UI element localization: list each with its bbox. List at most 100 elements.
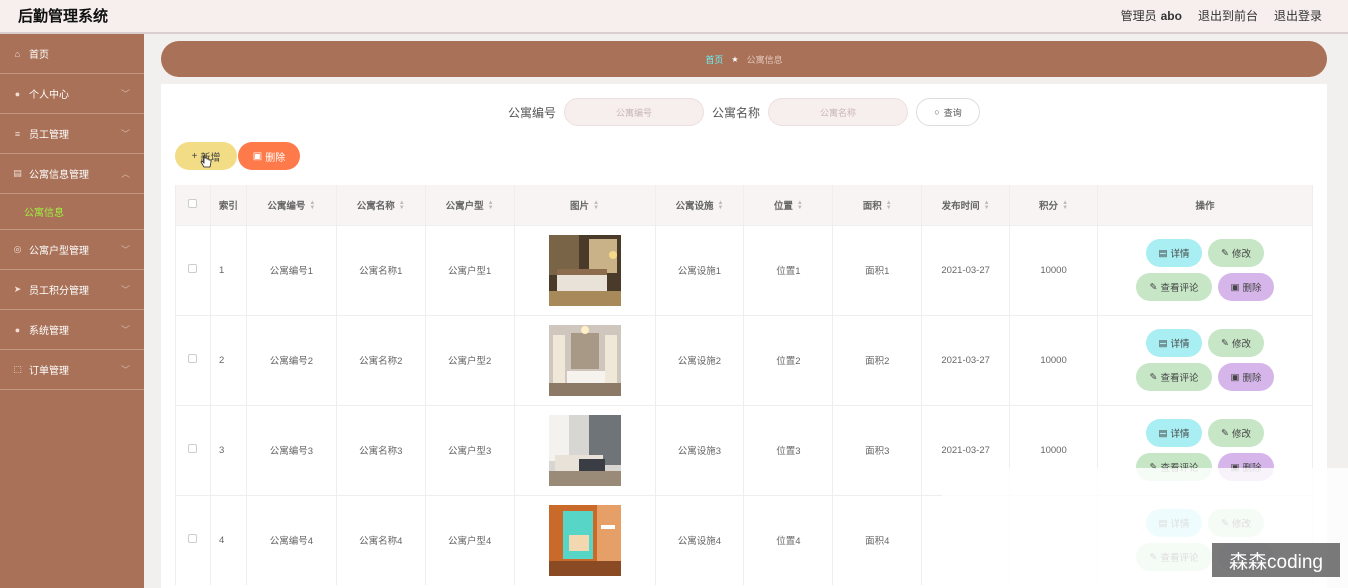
row-actions: ▤详情 ✎修改 ✎查看评论 ▣删除 [1098, 329, 1312, 391]
column-header[interactable]: 积分 ▲ ▼ [1009, 185, 1098, 225]
chevron-down-icon: ﹀ [120, 325, 130, 335]
sidebar-item-system[interactable]: ● 系统管理 ﹀ [0, 310, 144, 350]
sidebar-item-points[interactable]: ➤ 员工积分管理 ﹀ [0, 270, 144, 310]
edit-button[interactable]: ✎修改 [1208, 419, 1264, 447]
send-icon: ➤ [13, 284, 22, 294]
pencil-icon: ✎ [1221, 427, 1229, 439]
logout-link[interactable]: 退出登录 [1274, 7, 1322, 24]
view-comments-button[interactable]: ✎查看评论 [1136, 363, 1212, 391]
table-row: 1 公寓编号1 公寓名称1 公寓户型1 公寓设施1 位置1 面积1 2021-0… [175, 224, 1313, 315]
breadcrumb-home[interactable]: 首页 [705, 53, 723, 66]
row-checkbox[interactable] [188, 444, 198, 453]
location-cell: 位置4 [743, 494, 834, 585]
row-actions: ▤详情 ✎修改 ✎查看评论 ▣删除 [1098, 239, 1312, 301]
detail-label: 详情 [1170, 429, 1190, 440]
sidebar-item-label: 首页 [29, 50, 49, 61]
sidebar-item-orders[interactable]: ⬚ 订单管理 ﹀ [0, 350, 144, 390]
target-icon: ◎ [13, 244, 22, 254]
detail-button[interactable]: ▤详情 [1146, 239, 1202, 267]
column-header[interactable]: 公寓名称 ▲ ▼ [336, 185, 426, 225]
facility-cell: 公寓设施3 [655, 404, 745, 495]
select-all-checkbox[interactable] [188, 198, 198, 208]
sort-icon: ▲ ▼ [487, 200, 494, 212]
apartment-photo [548, 324, 621, 396]
column-label: 公寓设施 [675, 200, 714, 212]
header-actions: 管理员 abo 退出到前台 退出登录 [1121, 7, 1322, 24]
index-cell: 1 [210, 224, 247, 315]
pencil-icon: ✎ [1221, 247, 1229, 259]
sidebar-item-staff[interactable]: ≡ 员工管理 ﹀ [0, 114, 144, 154]
column-label: 面积 [862, 200, 882, 212]
row-select-cell [175, 224, 211, 315]
column-header[interactable]: 发布时间 ▲ ▼ [921, 185, 1011, 225]
column-header[interactable]: 公寓设施 ▲ ▼ [655, 185, 745, 225]
column-header[interactable]: 公寓户型 ▲ ▼ [425, 185, 515, 225]
row-checkbox[interactable] [188, 264, 198, 273]
detail-button[interactable]: ▤详情 [1146, 419, 1202, 447]
index-cell: 3 [210, 404, 247, 495]
remove-button[interactable]: ▣删除 [1218, 363, 1274, 391]
plus-icon: + [191, 150, 198, 162]
view-comments-button[interactable]: ✎查看评论 [1136, 273, 1212, 301]
name-cell: 公寓名称3 [336, 404, 426, 495]
sidebar-item-home[interactable]: ⌂ 首页 [0, 34, 144, 74]
column-header[interactable]: 面积 ▲ ▼ [832, 185, 923, 225]
remove-label: 删除 [1242, 373, 1262, 384]
column-header[interactable]: 图片 ▲ ▼ [514, 185, 656, 225]
column-label: 图片 [570, 200, 590, 212]
row-actions-line: ▤详情 ✎修改 [1146, 239, 1264, 267]
search-button[interactable]: ○ 查询 [916, 98, 981, 126]
edit-button[interactable]: ✎修改 [1208, 329, 1264, 357]
table-row: 2 公寓编号2 公寓名称2 公寓户型2 公寓设施2 位置2 面积2 2021-0… [175, 314, 1313, 405]
comment-label: 查看评论 [1160, 283, 1199, 294]
points-cell: 10000 [1009, 224, 1098, 315]
detail-button[interactable]: ▤详情 [1146, 329, 1202, 357]
date-cell: 2021-03-27 [921, 314, 1011, 405]
index-cell: 2 [210, 314, 247, 405]
sidebar-item-label: 个人中心 [29, 90, 69, 101]
column-header[interactable]: 公寓编号 ▲ ▼ [246, 185, 337, 225]
document-icon: ▤ [1158, 427, 1168, 439]
breadcrumb-current: 公寓信息 [746, 54, 783, 65]
sort-icon: ▲ ▼ [885, 200, 892, 212]
remove-label: 删除 [1242, 283, 1262, 294]
edit-button[interactable]: ✎修改 [1208, 239, 1264, 267]
sidebar-item-apartment-info[interactable]: ▤ 公寓信息管理 ︿ [0, 154, 144, 194]
search-bar: 公寓编号 公寓编号 公寓名称 公寓名称 ○ 查询 [508, 98, 981, 126]
row-checkbox[interactable] [188, 534, 198, 544]
code-cell: 公寓编号2 [246, 314, 337, 405]
apartment-code-input[interactable]: 公寓编号 [564, 98, 705, 126]
select-all-cell [175, 185, 211, 225]
remove-button[interactable]: ▣删除 [1218, 273, 1274, 301]
row-checkbox[interactable] [188, 354, 198, 363]
sidebar-subitem-apartment-info[interactable]: 公寓信息 [0, 194, 144, 230]
operations-cell: ▤详情 ✎修改 ✎查看评论 ▣删除 [1097, 224, 1313, 315]
apartment-photo [548, 414, 621, 486]
sidebar-item-label: 系统管理 [29, 326, 69, 337]
column-label: 公寓编号 [267, 200, 306, 212]
trash-icon: ▣ [252, 150, 263, 162]
apartment-photo [548, 504, 621, 576]
sort-icon: ▲ ▼ [983, 200, 990, 212]
row-select-cell [175, 494, 211, 585]
home-icon: ⌂ [14, 48, 21, 59]
chevron-down-icon: ﹀ [120, 285, 130, 295]
sort-icon: ▲ ▼ [398, 200, 405, 212]
breadcrumb: 首页 ★ 公寓信息 [161, 41, 1327, 77]
back-to-front-link[interactable]: 退出到前台 [1198, 7, 1258, 24]
sidebar-item-personal[interactable]: ● 个人中心 ﹀ [0, 74, 144, 114]
edit-label: 修改 [1231, 339, 1251, 350]
sidebar-item-label: 公寓信息管理 [29, 170, 89, 181]
column-label: 积分 [1039, 200, 1059, 212]
apartment-name-input[interactable]: 公寓名称 [768, 98, 909, 126]
area-cell: 面积4 [832, 494, 923, 585]
admin-info: 管理员 abo [1121, 7, 1182, 24]
facility-cell: 公寓设施1 [655, 224, 745, 315]
list-icon: ≡ [14, 128, 21, 139]
delete-button[interactable]: ▣ 删除 [238, 142, 300, 170]
sidebar-item-apartment-type[interactable]: ◎ 公寓户型管理 ﹀ [0, 230, 144, 270]
search-label-code: 公寓编号 [508, 105, 557, 120]
column-header[interactable]: 位置 ▲ ▼ [743, 185, 834, 225]
image-cell [514, 494, 656, 585]
comment-label: 查看评论 [1160, 373, 1199, 384]
